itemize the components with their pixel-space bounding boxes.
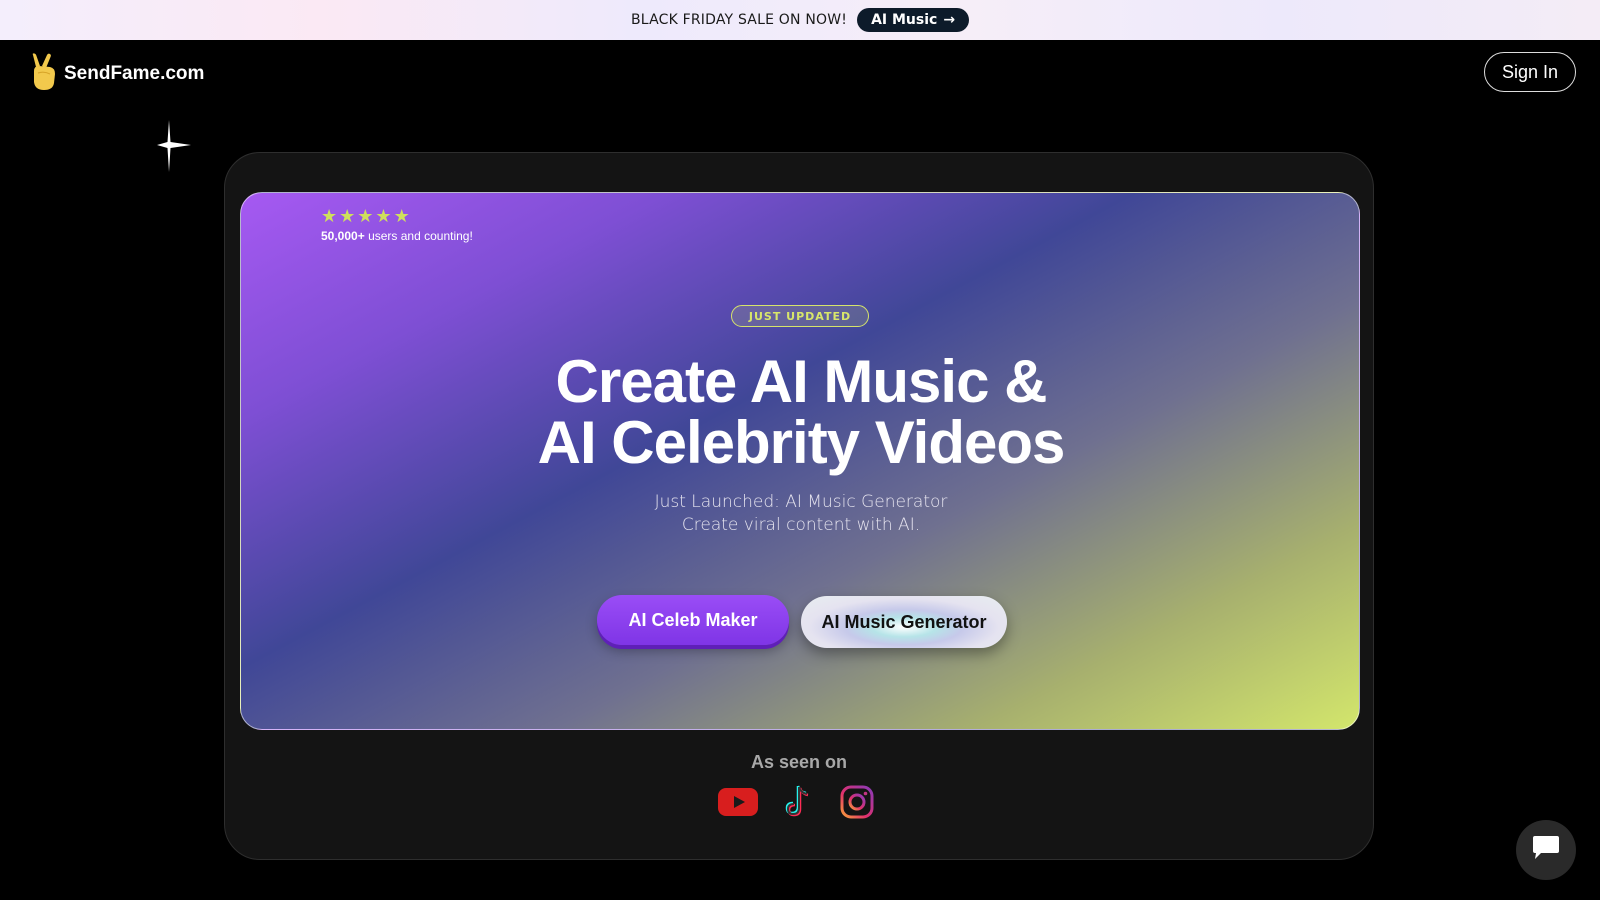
hero-card: ★ ★ ★ ★ ★ 50,000+ users and counting! JU… xyxy=(240,192,1360,730)
headline-line-2: AI Celebrity Videos xyxy=(537,409,1066,476)
promo-link-label: AI Music xyxy=(871,12,938,28)
users-count-line: 50,000+ users and counting! xyxy=(321,229,473,243)
subtitle-line-1: Just Launched: AI Music Generator xyxy=(654,492,948,512)
promo-ai-music-link[interactable]: AI Music → xyxy=(857,8,970,32)
victory-hand-icon xyxy=(30,53,58,95)
headline-line-1: Create AI Music & xyxy=(555,348,1048,415)
star-rating: ★ ★ ★ ★ ★ xyxy=(321,207,473,227)
star-icon: ★ xyxy=(393,206,410,227)
tiktok-icon xyxy=(780,784,818,824)
logo[interactable]: SendFame.com xyxy=(30,53,204,95)
chat-button[interactable] xyxy=(1516,820,1576,880)
promo-text: BLACK FRIDAY SALE ON NOW! xyxy=(630,12,848,28)
star-icon: ★ xyxy=(375,206,392,227)
ai-music-generator-button[interactable]: AI Music Generator xyxy=(801,596,1007,648)
social-logos xyxy=(718,784,874,824)
instagram-icon xyxy=(840,785,874,823)
users-suffix: users and counting! xyxy=(368,229,473,243)
star-icon: ★ xyxy=(321,206,338,227)
youtube-icon xyxy=(718,787,758,821)
promo-bar: BLACK FRIDAY SALE ON NOW! AI Music → xyxy=(0,0,1600,40)
logo-text: SendFame.com xyxy=(64,63,205,84)
sign-in-button[interactable]: Sign In xyxy=(1484,52,1576,92)
ai-celeb-maker-button[interactable]: AI Celeb Maker xyxy=(597,595,789,645)
star-icon: ★ xyxy=(357,206,374,227)
site-header: SendFame.com Sign In xyxy=(0,40,1600,104)
star-icon: ★ xyxy=(339,206,356,227)
sparkle-icon xyxy=(157,120,191,176)
user-rating: ★ ★ ★ ★ ★ 50,000+ users and counting! xyxy=(321,207,473,244)
just-updated-badge: JUST UPDATED xyxy=(731,305,869,327)
hero-headline: Create AI Music & AI Celebrity Videos xyxy=(241,348,1359,476)
chat-bubble-icon xyxy=(1531,835,1561,865)
subtitle-line-2: Create viral content with AI. xyxy=(681,515,921,535)
arrow-right-icon: → xyxy=(943,12,956,28)
as-seen-on-title: As seen on xyxy=(750,752,848,772)
users-count: 50,000+ xyxy=(321,229,365,243)
hero-subtitle: Just Launched: AI Music Generator Create… xyxy=(241,491,1359,537)
